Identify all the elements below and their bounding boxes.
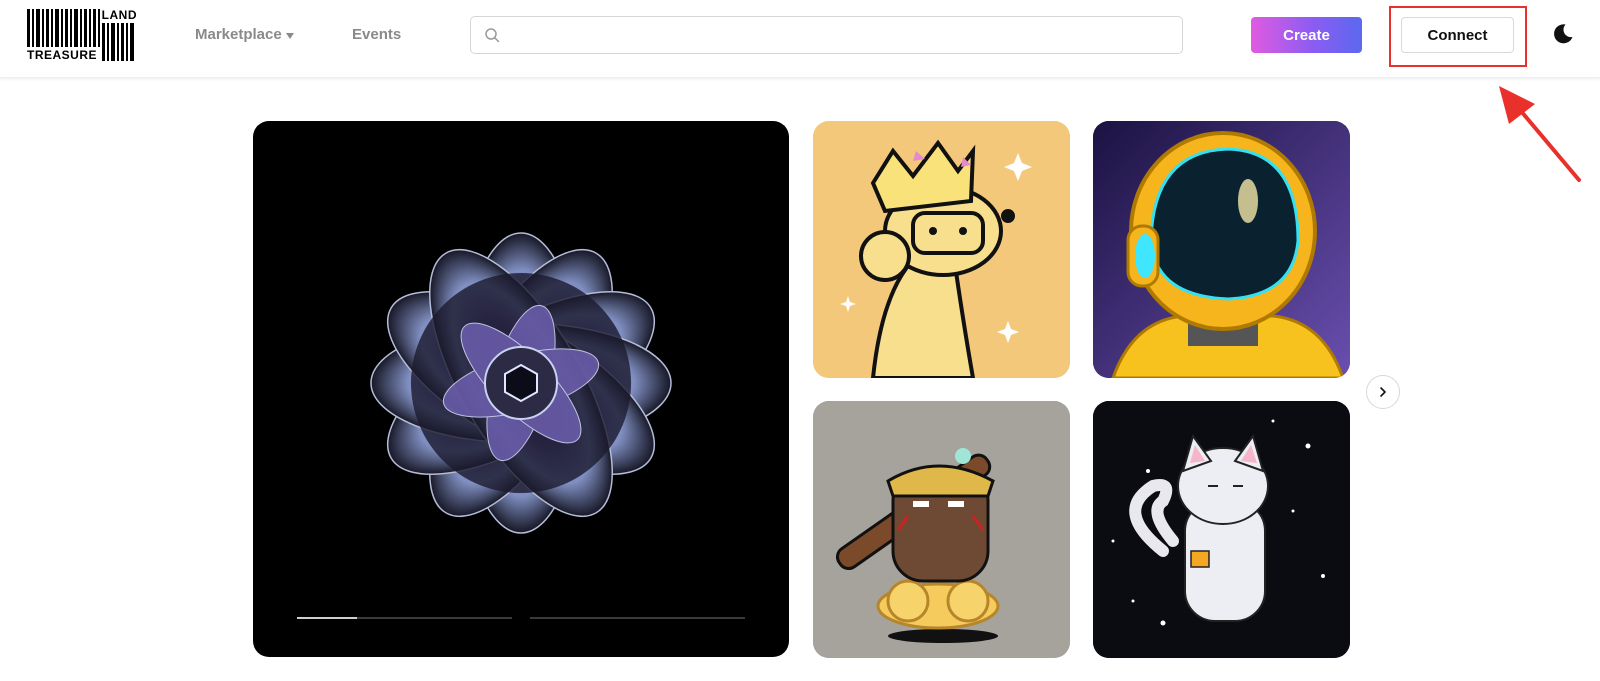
moon-icon[interactable]: [1551, 22, 1575, 46]
treasureland-logo[interactable]: LAND TREASURE: [27, 9, 137, 61]
fractal-artwork: [370, 232, 672, 534]
carousel-next-button[interactable]: [1366, 375, 1400, 409]
logo-text-land: LAND: [99, 8, 137, 22]
featured-artwork-card[interactable]: [253, 121, 789, 657]
nav-marketplace-label: Marketplace: [195, 26, 282, 43]
chevron-right-icon: [1380, 387, 1386, 397]
search-icon: [485, 28, 500, 43]
nav-events-label: Events: [352, 26, 402, 43]
space-cat-artwork: [1093, 401, 1350, 658]
nft-card-4[interactable]: [1093, 401, 1350, 658]
red-arrow-icon: [1499, 86, 1581, 182]
search-box: [470, 16, 1183, 54]
top-nav-bar: LAND TREASURE Marketplace Events Create …: [0, 0, 1600, 78]
nav-marketplace[interactable]: Marketplace: [195, 26, 294, 43]
slide-progress-1: [297, 617, 512, 619]
logo-text-treasure: TREASURE: [27, 48, 100, 62]
connect-button[interactable]: Connect: [1401, 17, 1514, 53]
create-button[interactable]: Create: [1251, 17, 1362, 53]
nft-card-2[interactable]: [1093, 121, 1350, 378]
caret-down-icon: [285, 32, 294, 39]
slide-progress-1-fill: [297, 617, 358, 619]
nft-card-1[interactable]: [813, 121, 1070, 378]
astronaut-helmet-artwork: [1093, 121, 1350, 378]
search-input[interactable]: [511, 17, 1171, 53]
slide-progress-2: [530, 617, 745, 619]
crowned-llama-artwork: [813, 121, 1070, 378]
monkey-king-artwork: [813, 401, 1070, 658]
nft-card-3[interactable]: [813, 401, 1070, 658]
nav-events[interactable]: Events: [352, 26, 401, 43]
